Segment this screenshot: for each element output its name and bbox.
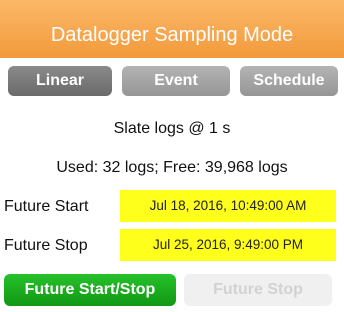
- future-stop-label: Future Stop: [4, 237, 88, 254]
- tab-schedule[interactable]: Schedule: [240, 66, 338, 96]
- future-start-label: Future Start: [4, 198, 89, 215]
- tab-linear[interactable]: Linear: [8, 66, 112, 96]
- sample-rate-text: Slate logs @ 1 s: [113, 120, 231, 137]
- future-start-stop-button[interactable]: Future Start/Stop: [4, 274, 176, 306]
- future-stop-field[interactable]: Jul 25, 2016, 9:49:00 PM: [120, 229, 336, 261]
- future-stop-button[interactable]: Future Stop: [184, 274, 332, 306]
- page-title: Datalogger Sampling Mode: [0, 0, 344, 58]
- tab-event[interactable]: Event: [122, 66, 230, 96]
- future-start-field[interactable]: Jul 18, 2016, 10:49:00 AM: [120, 190, 336, 222]
- log-usage-text: Used: 32 logs; Free: 39,968 logs: [56, 159, 288, 176]
